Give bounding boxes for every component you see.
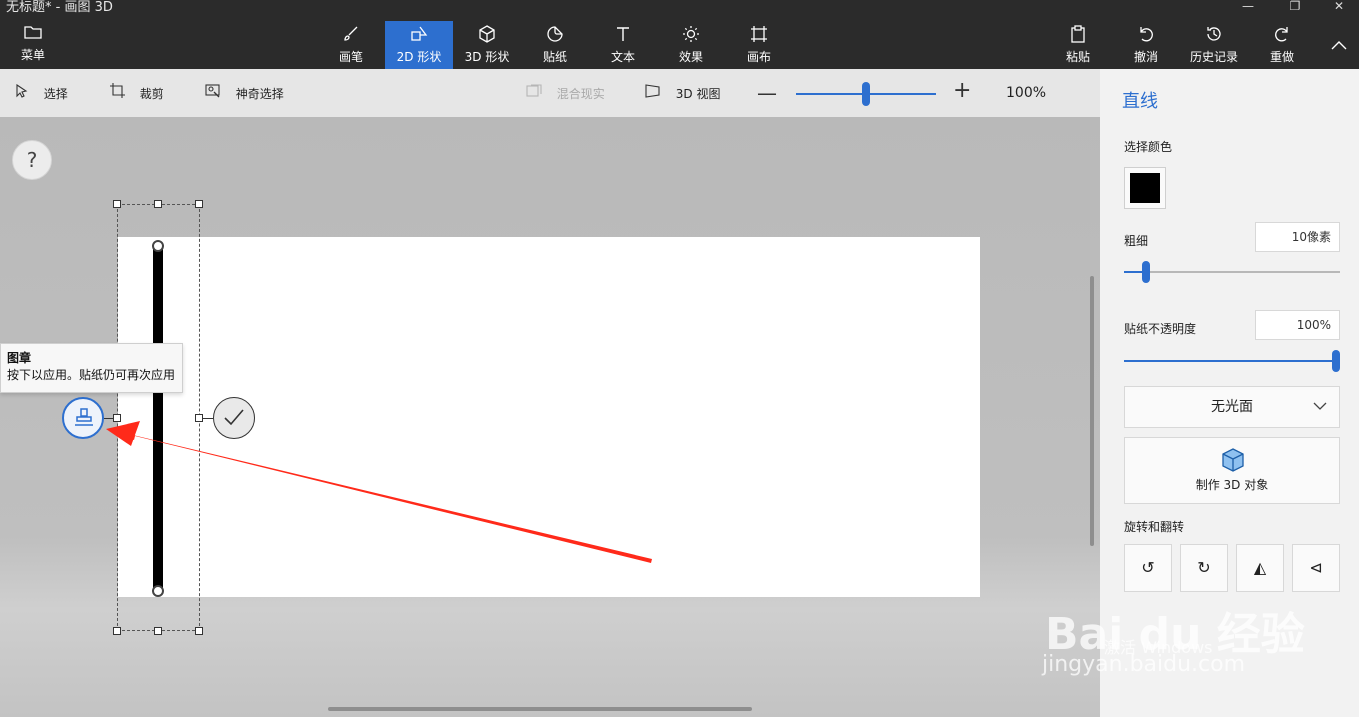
history-button[interactable]: 历史记录 bbox=[1180, 21, 1248, 69]
vertical-scrollbar[interactable] bbox=[1090, 276, 1094, 546]
restore-button[interactable]: ❐ bbox=[1275, 0, 1315, 16]
minimize-button[interactable]: — bbox=[1228, 0, 1268, 16]
make-3d-label: 制作 3D 对象 bbox=[1195, 478, 1269, 492]
rotate-right-icon: ↻ bbox=[1197, 558, 1211, 577]
undo-button[interactable]: 撤消 bbox=[1112, 21, 1180, 69]
cube-3d-icon bbox=[1220, 447, 1246, 477]
color-picker-button[interactable] bbox=[1124, 167, 1166, 209]
finish-value: 无光面 bbox=[1211, 399, 1253, 415]
undo-icon bbox=[1112, 25, 1180, 49]
flip-vertical-icon: ⊲ bbox=[1309, 558, 1323, 577]
annotation-arrow bbox=[106, 421, 652, 563]
rotate-right-button[interactable]: ↻ bbox=[1180, 544, 1228, 592]
close-button[interactable]: ✕ bbox=[1319, 0, 1359, 16]
collapse-chevron-icon[interactable] bbox=[1330, 36, 1348, 55]
thickness-input[interactable]: 10像素 bbox=[1255, 222, 1340, 252]
rotate-left-button[interactable]: ↺ bbox=[1124, 544, 1172, 592]
action-label: 重做 bbox=[1269, 50, 1294, 64]
opacity-slider-thumb[interactable] bbox=[1332, 350, 1340, 372]
finish-dropdown[interactable]: 无光面 bbox=[1124, 386, 1340, 428]
baidu-watermark-url: jingyan.baidu.com 激活 Windows bbox=[1042, 638, 1245, 677]
thickness-label: 粗细 bbox=[1124, 234, 1149, 248]
redo-button[interactable]: 重做 bbox=[1248, 21, 1316, 69]
chevron-down-icon bbox=[1313, 387, 1327, 427]
action-label: 撤消 bbox=[1133, 50, 1158, 64]
thickness-slider-thumb[interactable] bbox=[1141, 261, 1150, 283]
redo-icon bbox=[1248, 25, 1316, 49]
action-label: 历史记录 bbox=[1189, 50, 1238, 64]
opacity-label: 贴纸不透明度 bbox=[1124, 322, 1197, 336]
rotate-label: 旋转和翻转 bbox=[1124, 520, 1185, 534]
flip-vertical-button[interactable]: ⊲ bbox=[1292, 544, 1340, 592]
color-swatch bbox=[1130, 173, 1160, 203]
color-label: 选择颜色 bbox=[1124, 140, 1173, 154]
flip-horizontal-icon: ◭ bbox=[1253, 558, 1267, 577]
flip-horizontal-button[interactable]: ◭ bbox=[1236, 544, 1284, 592]
make-3d-button[interactable]: 制作 3D 对象 bbox=[1124, 437, 1340, 504]
panel-title: 直线 bbox=[1122, 91, 1158, 112]
opacity-input[interactable]: 100% bbox=[1255, 310, 1340, 340]
activate-windows-text: 激活 Windows bbox=[1104, 638, 1213, 657]
horizontal-scrollbar[interactable] bbox=[328, 707, 752, 711]
history-icon bbox=[1180, 25, 1248, 49]
opacity-slider-fill bbox=[1124, 360, 1336, 362]
rotate-left-icon: ↺ bbox=[1141, 558, 1155, 577]
thickness-slider-track[interactable] bbox=[1124, 271, 1340, 273]
